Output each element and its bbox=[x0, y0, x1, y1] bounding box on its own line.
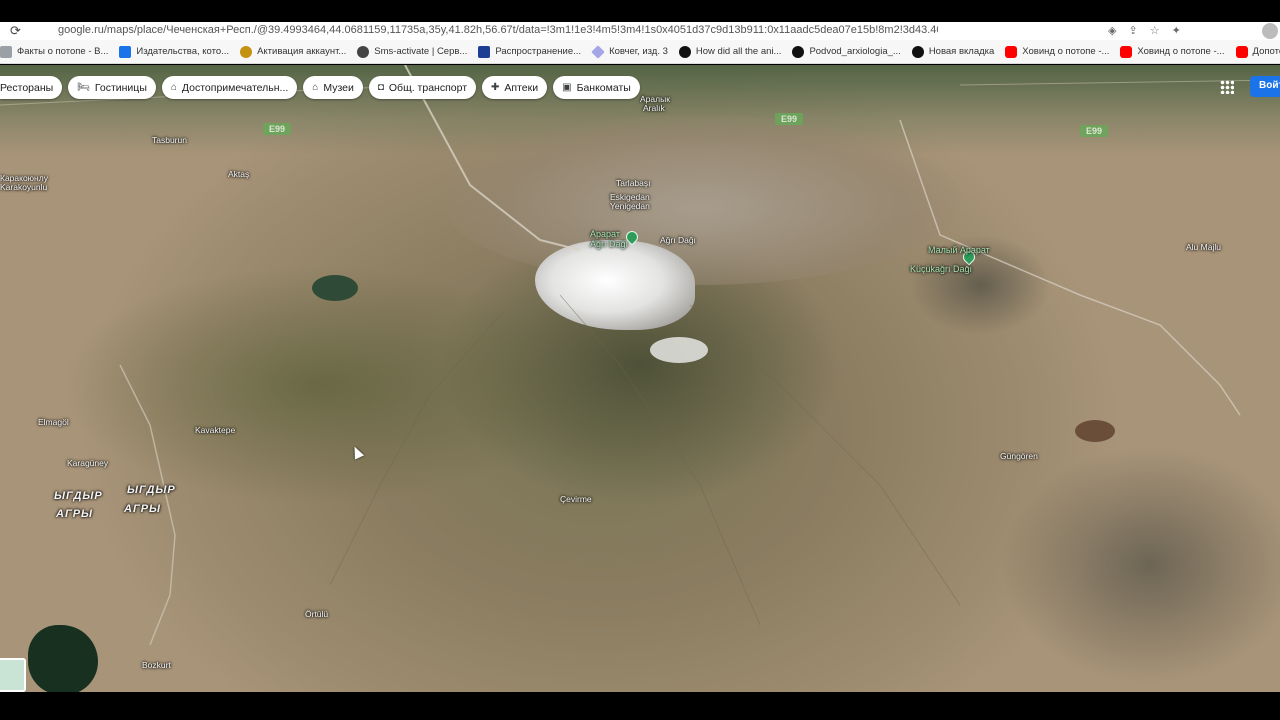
place-label[interactable]: Alu Majlu bbox=[1186, 242, 1221, 252]
bookmark-item[interactable]: Допотопные техно... bbox=[1235, 45, 1280, 58]
apps-grid-icon[interactable] bbox=[1220, 80, 1234, 94]
chip-pharmacies[interactable]: ✚ Аптеки bbox=[482, 76, 548, 99]
peak-label[interactable]: Küçükağrı Dağı bbox=[910, 264, 972, 274]
site-icon bbox=[478, 45, 491, 58]
bookmark-item[interactable]: Ковчег, изд. 3 bbox=[591, 44, 668, 59]
screen: ⟳ google.ru/maps/place/Чеченская+Респ./@… bbox=[0, 0, 1280, 720]
peak-label[interactable]: Ağrı Dağı bbox=[660, 235, 696, 245]
place-label[interactable]: Bozkurt bbox=[142, 660, 171, 670]
bookmark-item[interactable]: Факты о потопе - В... bbox=[0, 45, 108, 58]
place-label[interactable]: Çevirme bbox=[560, 494, 592, 504]
road-badge-e99: E99 bbox=[775, 113, 804, 125]
place-label[interactable]: Karagüney bbox=[67, 458, 108, 468]
place-label[interactable]: Aralık bbox=[643, 103, 665, 113]
attraction-icon: ⌂ bbox=[170, 82, 177, 93]
bookmark-item[interactable]: Ховинд о потопе -... bbox=[1120, 45, 1225, 58]
youtube-icon bbox=[1235, 45, 1248, 58]
youtube-icon bbox=[1005, 45, 1018, 58]
github-icon bbox=[911, 45, 924, 58]
hotel-icon: 🛏 bbox=[77, 82, 90, 93]
bookmark-item[interactable]: Podvod_arxiologia_... bbox=[792, 45, 901, 58]
sms-icon bbox=[357, 45, 370, 58]
category-chips: Рестораны 🛏 Гостиницы ⌂ Достопримечательн.… bbox=[0, 76, 640, 100]
chip-restaurants[interactable]: Рестораны bbox=[0, 76, 63, 99]
question-icon bbox=[678, 45, 691, 58]
chip-hotels[interactable]: 🛏 Гостиницы bbox=[68, 76, 156, 99]
road-badge-e99: E99 bbox=[263, 123, 292, 135]
browser-toolbar: ◈ ⇪ ☆ ✦ bbox=[1108, 24, 1181, 37]
share-icon[interactable]: ⇪ bbox=[1128, 24, 1137, 37]
place-label[interactable]: Yenigedan bbox=[610, 201, 650, 211]
bookmark-icon bbox=[0, 45, 12, 58]
bookmark-item[interactable]: Новая вкладка bbox=[911, 45, 994, 58]
place-label[interactable]: Güngören bbox=[1000, 451, 1038, 461]
atm-icon: ▣ bbox=[562, 82, 572, 93]
github-icon bbox=[792, 45, 805, 58]
x-site-icon bbox=[119, 45, 132, 58]
place-label[interactable]: Örtülü bbox=[305, 609, 328, 619]
bookmark-item[interactable]: Sms-activate | Серв... bbox=[357, 45, 467, 58]
location-icon[interactable]: ◈ bbox=[1108, 24, 1116, 37]
place-label[interactable]: Tarlabaşı bbox=[616, 178, 651, 188]
road-badge-e99: E99 bbox=[1080, 125, 1109, 137]
bookmark-item[interactable]: Активация аккаунт... bbox=[240, 45, 346, 58]
museum-icon: ⌂ bbox=[312, 82, 319, 93]
chip-attractions[interactable]: ⌂ Достопримечательн... bbox=[161, 76, 298, 99]
bookmark-item[interactable]: Распространение... bbox=[478, 45, 581, 58]
place-label[interactable]: Kavaktepe bbox=[195, 425, 235, 435]
bookmarks-bar: Факты о потопе - В... Издательства, кото… bbox=[0, 40, 1280, 64]
pharmacy-icon: ✚ bbox=[491, 82, 500, 93]
province-label: ЫГДЫР bbox=[127, 484, 176, 496]
chip-museums[interactable]: ⌂ Музеи bbox=[303, 76, 363, 99]
peak-label[interactable]: Арарат bbox=[590, 229, 620, 239]
place-label[interactable]: Aktaş bbox=[228, 169, 249, 179]
crest-icon bbox=[240, 45, 253, 58]
login-button[interactable]: Войти bbox=[1250, 76, 1280, 97]
bookmark-item[interactable]: Издательства, кото... bbox=[119, 45, 229, 58]
layers-thumbnail[interactable] bbox=[0, 658, 26, 692]
province-label: АГРЫ bbox=[56, 508, 94, 520]
place-label[interactable]: Tasburun bbox=[152, 135, 187, 145]
extensions-icon[interactable]: ✦ bbox=[1172, 24, 1181, 37]
satellite-map[interactable]: E99 E99 E99 Tasburun Aktaş Каракоюнлу Ka… bbox=[0, 65, 1280, 692]
bookmark-item[interactable]: How did all the ani... bbox=[678, 45, 781, 58]
address-bar[interactable]: ⟳ google.ru/maps/place/Чеченская+Респ./@… bbox=[0, 22, 1280, 40]
peak-label[interactable]: Малый Арарат bbox=[928, 245, 990, 255]
url-text[interactable]: google.ru/maps/place/Чеченская+Респ./@39… bbox=[58, 24, 938, 36]
place-label[interactable]: Elmagöl bbox=[38, 417, 69, 427]
diamond-icon bbox=[591, 44, 605, 59]
profile-avatar[interactable] bbox=[1262, 23, 1278, 39]
chip-atms[interactable]: ▣ Банкоматы bbox=[553, 76, 640, 99]
province-label: ЫГДЫР bbox=[54, 490, 103, 502]
youtube-icon bbox=[1120, 45, 1133, 58]
place-label[interactable]: Karakoyunlu bbox=[0, 182, 47, 192]
bookmark-item[interactable]: Ховинд о потопе -... bbox=[1005, 45, 1109, 58]
chip-transit[interactable]: ◘ Общ. транспорт bbox=[368, 76, 477, 99]
reload-icon[interactable]: ⟳ bbox=[10, 23, 21, 39]
star-icon[interactable]: ☆ bbox=[1150, 24, 1160, 37]
transit-icon: ◘ bbox=[377, 82, 384, 93]
province-label: АГРЫ bbox=[124, 503, 162, 515]
peak-label[interactable]: Ağrı Dağı bbox=[590, 239, 628, 249]
map-roads bbox=[0, 65, 1280, 646]
